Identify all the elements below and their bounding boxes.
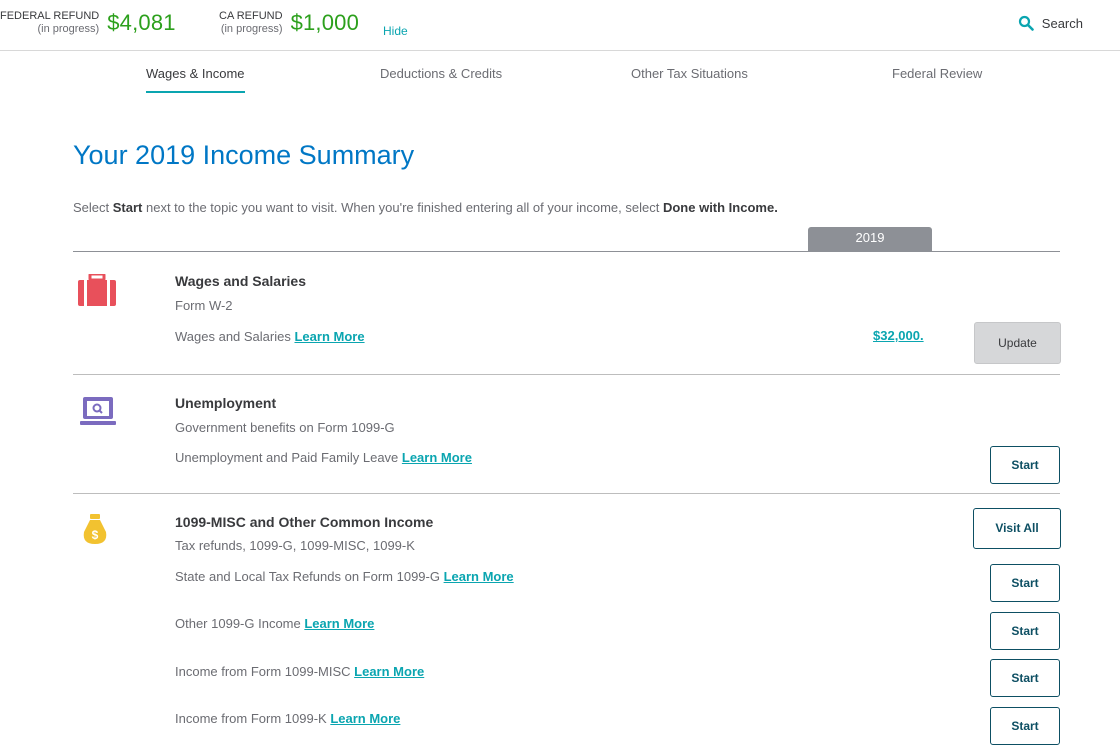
divider xyxy=(73,374,1060,375)
start-button[interactable]: Start xyxy=(990,612,1060,650)
learn-more-link[interactable]: Learn More xyxy=(444,569,514,584)
hide-refund-link[interactable]: Hide xyxy=(383,24,408,38)
briefcase-icon xyxy=(78,274,116,306)
page-instructions: Select Start next to the topic you want … xyxy=(73,200,778,215)
tab-wages-income[interactable]: Wages & Income xyxy=(146,66,245,93)
section-tabs: Wages & Income Deductions & Credits Othe… xyxy=(0,66,1120,96)
search-button[interactable]: Search xyxy=(1018,15,1083,31)
start-button[interactable]: Start xyxy=(990,659,1060,697)
list-item: Wages and Salaries Learn More xyxy=(175,329,365,344)
federal-refund: FEDERAL REFUND (in progress) $4,081 xyxy=(0,10,176,36)
visit-all-button[interactable]: Visit All xyxy=(973,508,1061,549)
state-refund-amount: $1,000 xyxy=(290,10,360,35)
federal-refund-status: (in progress) xyxy=(37,23,100,35)
money-bag-icon: $ xyxy=(83,514,107,544)
wages-amount-link[interactable]: $32,000. xyxy=(873,328,924,343)
list-item: Unemployment and Paid Family Leave Learn… xyxy=(175,450,472,465)
state-refund: CA REFUND (in progress) $1,000 xyxy=(219,10,359,36)
learn-more-link[interactable]: Learn More xyxy=(304,616,374,631)
start-button[interactable]: Start xyxy=(990,446,1060,484)
state-refund-label: CA REFUND xyxy=(219,10,283,22)
learn-more-link[interactable]: Learn More xyxy=(330,711,400,726)
search-label: Search xyxy=(1041,15,1083,31)
section-subtitle-wages: Form W-2 xyxy=(175,298,233,313)
list-item: Other 1099-G Income Learn More xyxy=(175,616,375,631)
search-icon xyxy=(1018,15,1034,31)
section-subtitle-1099-misc: Tax refunds, 1099-G, 1099-MISC, 1099-K xyxy=(175,538,415,553)
top-header: FEDERAL REFUND (in progress) $4,081 CA R… xyxy=(0,0,1120,51)
svg-text:$: $ xyxy=(92,528,99,542)
state-refund-status: (in progress) xyxy=(220,23,283,35)
page-title: Your 2019 Income Summary xyxy=(73,140,415,170)
laptop-icon xyxy=(80,397,116,425)
federal-refund-label: FEDERAL REFUND xyxy=(0,10,100,22)
tab-federal-review[interactable]: Federal Review xyxy=(892,66,982,91)
update-button[interactable]: Update xyxy=(974,322,1061,364)
section-title-unemployment: Unemployment xyxy=(175,395,277,411)
start-button[interactable]: Start xyxy=(990,707,1060,745)
list-item: Income from Form 1099-K Learn More xyxy=(175,711,401,726)
divider xyxy=(73,493,1060,494)
divider xyxy=(73,251,1060,252)
learn-more-link[interactable]: Learn More xyxy=(354,664,424,679)
list-item: Income from Form 1099-MISC Learn More xyxy=(175,664,425,679)
year-column-header: 2019 xyxy=(808,227,932,251)
tab-other-tax-situations[interactable]: Other Tax Situations xyxy=(631,66,748,91)
section-subtitle-unemployment: Government benefits on Form 1099-G xyxy=(175,420,395,435)
learn-more-link[interactable]: Learn More xyxy=(402,450,472,465)
federal-refund-amount: $4,081 xyxy=(107,10,176,35)
tab-deductions-credits[interactable]: Deductions & Credits xyxy=(380,66,502,91)
list-item: State and Local Tax Refunds on Form 1099… xyxy=(175,569,514,584)
start-button[interactable]: Start xyxy=(990,564,1060,602)
section-title-wages: Wages and Salaries xyxy=(175,273,306,289)
learn-more-link[interactable]: Learn More xyxy=(294,329,364,344)
section-title-1099-misc: 1099-MISC and Other Common Income xyxy=(175,514,434,530)
